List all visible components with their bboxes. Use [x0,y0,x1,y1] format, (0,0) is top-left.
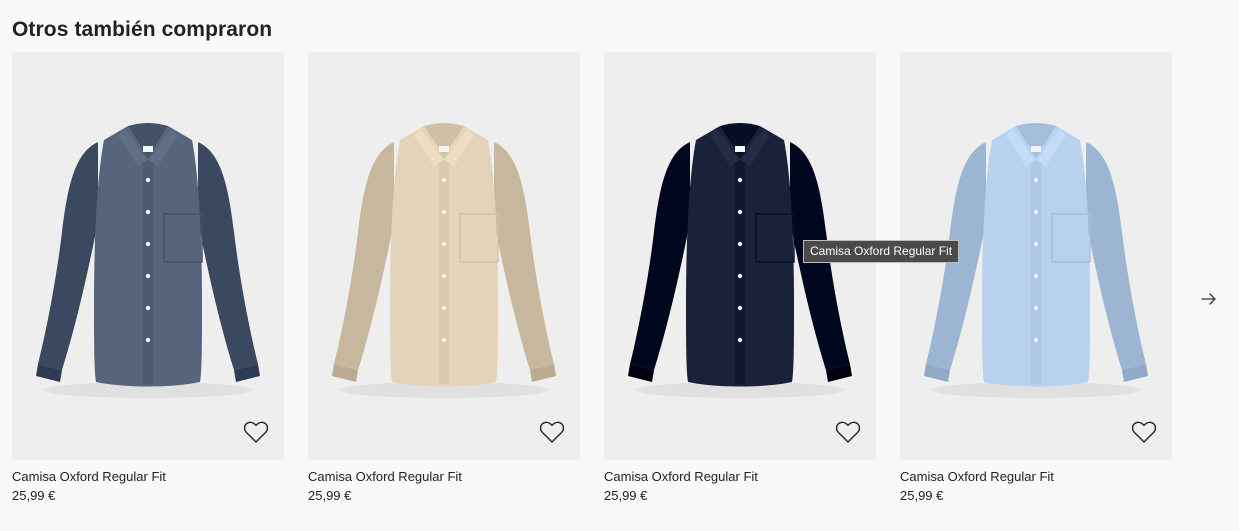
shirt-button [441,337,447,343]
product-price: 25,99 € [12,488,56,503]
shirt-button [145,177,151,183]
shirt-placket [735,152,745,384]
shirt-sleeve-right [198,142,258,370]
arrow-right-icon [1201,293,1216,305]
shirt-button [1033,273,1039,279]
heart-icon [243,421,269,443]
shirt-button [441,177,447,183]
favorite-button[interactable] [834,418,862,446]
shirt-button [145,273,151,279]
shirt-label [1031,146,1041,152]
product-price: 25,99 € [604,488,648,503]
shirt-button [441,305,447,311]
shirt-button [737,273,743,279]
product-name[interactable]: Camisa Oxford Regular Fit [900,469,1172,485]
shirt-sleeve-left [630,142,690,370]
shirt-label [143,146,153,152]
product-card[interactable]: Camisa Oxford Regular Fit 25,99 € [900,52,1172,504]
shirt-button [145,209,151,215]
shirt-button [1033,337,1039,343]
product-price: 25,99 € [900,488,944,503]
product-card[interactable]: Camisa Oxford Regular Fit 25,99 € [604,52,876,504]
heart-icon [835,421,861,443]
shirt-placket [1031,152,1041,384]
shirt-button [145,241,151,247]
shirt-button [1033,177,1039,183]
favorite-button[interactable] [242,418,270,446]
shirt-sleeve-left [334,142,394,370]
shirt-label [439,146,449,152]
shirt-sleeve-left [38,142,98,370]
shirt-button [737,177,743,183]
shirt-button [145,305,151,311]
product-carousel: Camisa Oxford Regular Fit 25,99 € Camisa… [12,52,1172,504]
shirt-button [737,305,743,311]
next-button[interactable] [1198,288,1220,310]
shirt-button [737,209,743,215]
shirt-button [145,337,151,343]
shirt-image [332,123,556,398]
product-name[interactable]: Camisa Oxford Regular Fit [308,469,580,485]
favorite-button[interactable] [538,418,566,446]
product-name[interactable]: Camisa Oxford Regular Fit [604,469,876,485]
product-card[interactable]: Camisa Oxford Regular Fit 25,99 € [308,52,580,504]
heart-icon [539,421,565,443]
shirt-button [441,273,447,279]
shirt-button [1033,209,1039,215]
product-card[interactable]: Camisa Oxford Regular Fit 25,99 € [12,52,284,504]
shirt-button [1033,241,1039,247]
product-price: 25,99 € [308,488,352,503]
product-image[interactable] [12,52,284,460]
shirt-button [1033,305,1039,311]
shirt-sleeve-right [1086,142,1146,370]
shirt-label [735,146,745,152]
product-name[interactable]: Camisa Oxford Regular Fit [12,469,284,485]
shirt-placket [439,152,449,384]
shirt-button [441,209,447,215]
shirt-button [737,337,743,343]
tooltip: Camisa Oxford Regular Fit [803,240,960,263]
shirt-sleeve-right [494,142,554,370]
shirt-image [36,123,260,398]
product-image[interactable] [308,52,580,460]
section-title: Otros también compraron [12,18,273,41]
shirt-button [737,241,743,247]
favorite-button[interactable] [1130,418,1158,446]
shirt-button [441,241,447,247]
shirt-placket [143,152,153,384]
heart-icon [1131,421,1157,443]
